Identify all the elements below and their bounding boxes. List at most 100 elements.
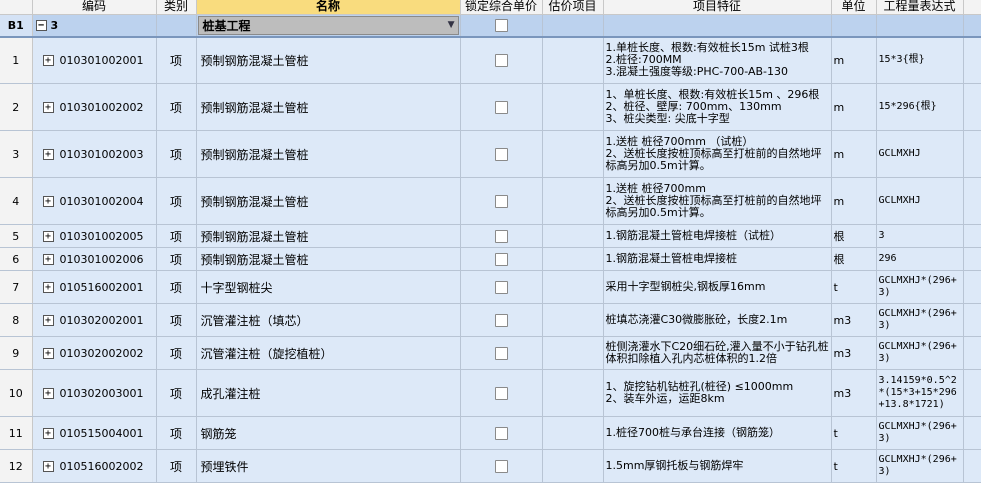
table-row[interactable]: 9 +010302002002 项沉管灌注桩（旋挖植桩） 桩侧浇灌水下C20细石砼,灌…: [0, 336, 981, 370]
type-cell[interactable]: 项: [156, 416, 197, 450]
unit-cell[interactable]: t: [831, 449, 877, 483]
estimate-cell[interactable]: [542, 270, 604, 304]
expression-cell[interactable]: 3.14159*0.5^2 *(15*3+15*296 +13.8*1721): [876, 369, 964, 417]
expand-icon[interactable]: +: [42, 347, 54, 359]
header-feature[interactable]: 项目特征: [603, 0, 832, 15]
unit-cell[interactable]: m: [831, 36, 877, 84]
lock-checkbox[interactable]: [494, 194, 508, 208]
lock-cell[interactable]: [460, 369, 543, 417]
estimate-cell[interactable]: [542, 369, 604, 417]
header-name[interactable]: 名称: [196, 0, 461, 15]
feature-cell[interactable]: 1.送桩 桩径700mm （试桩） 2、送桩长度按桩顶标高至打桩前的自然地坪标高…: [603, 130, 832, 178]
feature-cell[interactable]: 采用十字型钢桩尖,钢板厚16mm: [603, 270, 832, 304]
code-cell[interactable]: +010302002001: [32, 303, 157, 337]
lock-checkbox[interactable]: [494, 147, 508, 161]
unit-cell[interactable]: m: [831, 177, 877, 225]
name-cell[interactable]: 十字型钢桩尖: [196, 270, 461, 304]
code-cell[interactable]: +010302003001: [32, 369, 157, 417]
group-type-cell[interactable]: [156, 14, 197, 38]
lock-checkbox[interactable]: [494, 54, 508, 67]
type-cell[interactable]: 项: [156, 369, 197, 417]
unit-cell[interactable]: m: [831, 83, 877, 131]
lock-cell[interactable]: [460, 224, 543, 248]
expression-cell[interactable]: GCLMXHJ*(296+ 3): [876, 303, 964, 337]
expression-cell[interactable]: GCLMXHJ*(296+ 3): [876, 270, 964, 304]
code-cell[interactable]: +010301002002: [32, 83, 157, 131]
expand-icon[interactable]: +: [42, 427, 54, 439]
feature-cell[interactable]: 1.桩径700桩与承台连接（钢筋笼）: [603, 416, 832, 450]
type-cell[interactable]: 项: [156, 270, 197, 304]
name-cell[interactable]: 成孔灌注桩: [196, 369, 461, 417]
table-row[interactable]: 12 +010516002002 项预埋铁件 1.5mm厚钢托板与钢筋焊牢 t GCLMX…: [0, 449, 981, 483]
estimate-cell[interactable]: [542, 416, 604, 450]
expand-icon[interactable]: +: [42, 54, 54, 66]
lock-checkbox[interactable]: [494, 459, 508, 473]
group-name-cell[interactable]: 桩基工程 ▼: [196, 14, 461, 38]
expression-cell[interactable]: 15*3{根}: [876, 36, 964, 84]
table-row[interactable]: 2 +010301002002 项预制钢筋混凝土管桩 1、单桩长度、根数:有效桩长15…: [0, 83, 981, 131]
unit-cell[interactable]: 根: [831, 247, 877, 271]
unit-cell[interactable]: m3: [831, 303, 877, 337]
feature-cell[interactable]: 1、旋挖钻机钻桩孔(桩径) ≤1000mm 2、装车外运，运距8km: [603, 369, 832, 417]
code-cell[interactable]: +010516002002: [32, 449, 157, 483]
group-lock-cell[interactable]: [460, 14, 543, 38]
header-code[interactable]: 编码: [32, 0, 157, 15]
type-cell[interactable]: 项: [156, 449, 197, 483]
unit-cell[interactable]: m3: [831, 369, 877, 417]
feature-cell[interactable]: 桩填芯浇灌C30微膨胀砼，长度2.1m: [603, 303, 832, 337]
lock-cell[interactable]: [460, 177, 543, 225]
lock-checkbox[interactable]: [494, 18, 508, 32]
lock-cell[interactable]: [460, 336, 543, 370]
lock-cell[interactable]: [460, 130, 543, 178]
lock-checkbox[interactable]: [494, 426, 508, 440]
lock-cell[interactable]: [460, 36, 543, 84]
type-cell[interactable]: 项: [156, 36, 197, 84]
feature-cell[interactable]: 1.单桩长度、根数:有效桩长15m 试桩3根 2.桩径:700MM 3.混凝土强…: [603, 36, 832, 84]
lock-checkbox[interactable]: [494, 386, 508, 400]
feature-cell[interactable]: 1.送桩 桩径700mm 2、送桩长度按桩顶标高至打桩前的自然地坪标高另加0.5…: [603, 177, 832, 225]
expand-icon[interactable]: +: [42, 314, 54, 326]
name-cell[interactable]: 预制钢筋混凝土管桩: [196, 36, 461, 84]
name-cell[interactable]: 预制钢筋混凝土管桩: [196, 130, 461, 178]
name-cell[interactable]: 预制钢筋混凝土管桩: [196, 83, 461, 131]
estimate-cell[interactable]: [542, 83, 604, 131]
name-cell[interactable]: 沉管灌注桩（旋挖植桩）: [196, 336, 461, 370]
code-cell[interactable]: +010302002002: [32, 336, 157, 370]
table-row[interactable]: 11 +010515004001 项钢筋笼 1.桩径700桩与承台连接（钢筋笼） t GC…: [0, 416, 981, 450]
lock-cell[interactable]: [460, 449, 543, 483]
table-row[interactable]: 1 +010301002001 项预制钢筋混凝土管桩 1.单桩长度、根数:有效桩长15…: [0, 36, 981, 84]
lock-checkbox[interactable]: [494, 346, 508, 360]
type-cell[interactable]: 项: [156, 177, 197, 225]
type-cell[interactable]: 项: [156, 130, 197, 178]
unit-cell[interactable]: 根: [831, 224, 877, 248]
type-cell[interactable]: 项: [156, 83, 197, 131]
lock-cell[interactable]: [460, 270, 543, 304]
expand-icon[interactable]: +: [42, 195, 54, 207]
name-cell[interactable]: 钢筋笼: [196, 416, 461, 450]
expression-cell[interactable]: 15*296{根}: [876, 83, 964, 131]
header-expression[interactable]: 工程量表达式: [876, 0, 964, 15]
lock-checkbox[interactable]: [494, 100, 508, 114]
expression-cell[interactable]: 296: [876, 247, 964, 271]
estimate-cell[interactable]: [542, 449, 604, 483]
feature-cell[interactable]: 1、单桩长度、根数:有效桩长15m 、296根 2、桩径、壁厚: 700mm、1…: [603, 83, 832, 131]
name-cell[interactable]: 预制钢筋混凝土管桩: [196, 177, 461, 225]
unit-cell[interactable]: m: [831, 130, 877, 178]
code-cell[interactable]: +010516002001: [32, 270, 157, 304]
group-feature-cell[interactable]: [603, 14, 832, 38]
unit-cell[interactable]: t: [831, 416, 877, 450]
feature-cell[interactable]: 1.钢筋混凝土管桩电焊接桩（试桩）: [603, 224, 832, 248]
name-cell[interactable]: 沉管灌注桩（填芯）: [196, 303, 461, 337]
group-code-cell[interactable]: − 3: [32, 14, 157, 38]
name-cell[interactable]: 预制钢筋混凝土管桩: [196, 224, 461, 248]
expand-icon[interactable]: +: [42, 253, 54, 265]
table-row[interactable]: 5 +010301002005 项预制钢筋混凝土管桩 1.钢筋混凝土管桩电焊接桩（试桩…: [0, 224, 981, 248]
code-cell[interactable]: +010301002003: [32, 130, 157, 178]
lock-cell[interactable]: [460, 303, 543, 337]
unit-cell[interactable]: t: [831, 270, 877, 304]
lock-cell[interactable]: [460, 247, 543, 271]
expand-icon[interactable]: +: [42, 230, 54, 242]
type-cell[interactable]: 项: [156, 303, 197, 337]
expression-cell[interactable]: GCLMXHJ*(296+ 3): [876, 416, 964, 450]
feature-cell[interactable]: 1.钢筋混凝土管桩电焊接桩: [603, 247, 832, 271]
